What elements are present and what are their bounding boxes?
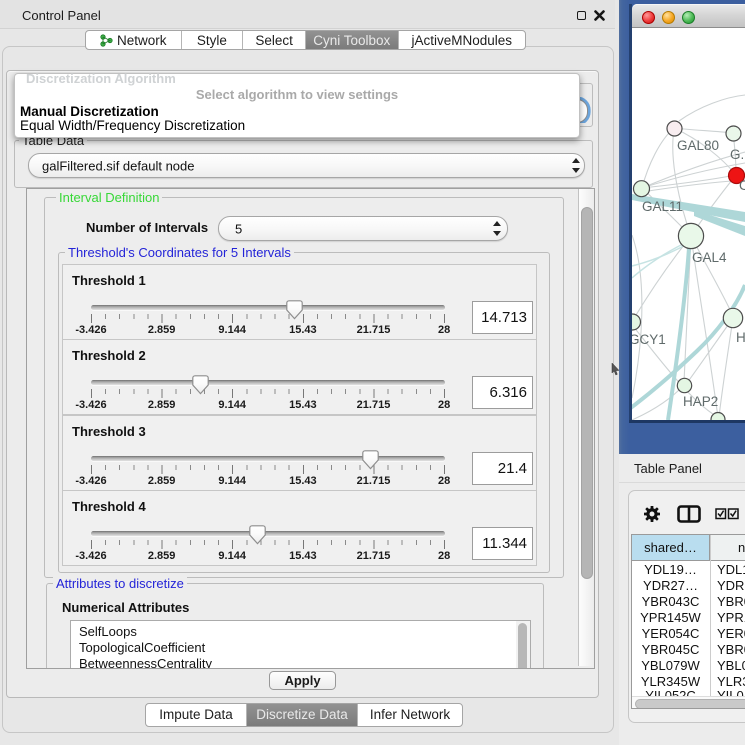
svg-text:GCY1: GCY1 xyxy=(632,332,666,347)
svg-text:GAL80: GAL80 xyxy=(677,138,719,153)
svg-text:H: H xyxy=(736,330,745,345)
svg-text:GAL11: GAL11 xyxy=(642,199,683,214)
svg-text:GAL4: GAL4 xyxy=(692,250,727,265)
svg-text:C: C xyxy=(739,178,745,193)
svg-text:G.: G. xyxy=(730,147,744,162)
svg-text:HAP2: HAP2 xyxy=(683,394,718,409)
